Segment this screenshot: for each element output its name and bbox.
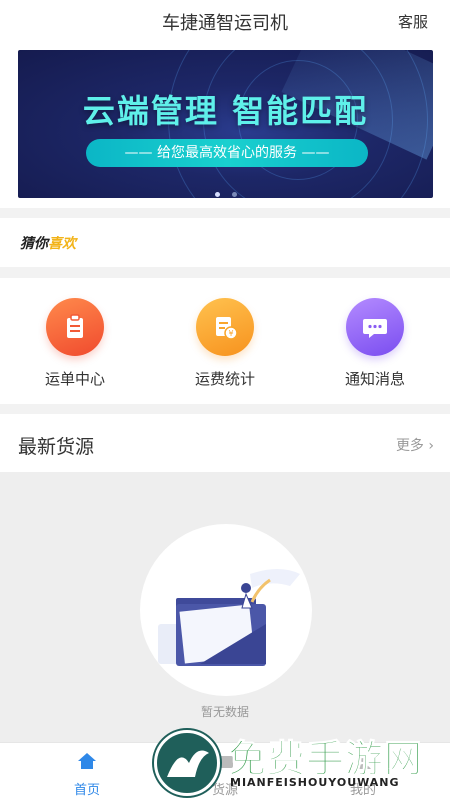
banner-headline: 云端管理 智能匹配 <box>82 92 369 130</box>
quick-action-waybill-center[interactable]: 运单中心 <box>15 298 135 389</box>
site-watermark: 免费手游网 MIANFEISHOUYOUWANG <box>150 728 450 800</box>
chevron-right-icon: › <box>428 438 434 454</box>
quick-action-notifications[interactable]: 通知消息 <box>315 298 435 389</box>
guess-highlight: 喜欢 <box>48 236 76 252</box>
quick-action-label: 运费统计 <box>194 370 255 388</box>
svg-text:¥: ¥ <box>228 329 233 338</box>
guess-prefix: 猜你 <box>20 236 48 252</box>
more-link[interactable]: 更多 › <box>396 435 434 455</box>
empty-illustration <box>140 524 312 696</box>
page-title: 车捷通智运司机 <box>162 13 288 34</box>
home-icon <box>78 753 96 769</box>
banner-subline: —— 给您最高效省心的服务 —— <box>86 139 368 167</box>
customer-service-button[interactable]: 客服 <box>398 11 428 32</box>
watermark-text: 免费手游网 <box>227 737 424 782</box>
latest-cargo-title: 最新货源 <box>18 436 95 458</box>
fee-document-icon: ¥ <box>196 298 254 356</box>
latest-cargo-header: 最新货源 更多 › <box>0 414 450 472</box>
quick-action-fee-stats[interactable]: ¥ 运费统计 <box>165 298 285 389</box>
clipboard-icon <box>46 298 104 356</box>
guess-you-like-section: 猜你喜欢 <box>0 218 450 267</box>
guess-you-like-label: 猜你喜欢 <box>20 233 76 253</box>
watermark-logo-icon <box>154 730 220 796</box>
empty-message: 暂无数据 <box>200 705 249 719</box>
quick-action-label: 运单中心 <box>44 370 105 388</box>
promo-banner[interactable]: 云端管理 智能匹配 —— 给您最高效省心的服务 —— <box>18 50 433 198</box>
banner-dot[interactable] <box>231 192 237 197</box>
more-label: 更多 <box>395 438 424 454</box>
tab-home[interactable]: 首页 <box>12 751 162 798</box>
quick-actions: 运单中心 ¥ 运费统计 通知消息 <box>0 278 450 404</box>
watermark-subtext: MIANFEISHOUYOUWANG <box>230 776 400 789</box>
banner-section: 云端管理 智能匹配 —— 给您最高效省心的服务 —— <box>0 42 450 208</box>
top-header: 车捷通智运司机 客服 <box>0 0 450 42</box>
quick-action-label: 通知消息 <box>344 370 405 388</box>
empty-state: 暂无数据 <box>0 472 450 742</box>
banner-pagination <box>18 182 433 198</box>
banner-dot[interactable] <box>214 192 220 197</box>
tab-label: 首页 <box>73 783 100 798</box>
chat-bubble-icon <box>346 298 404 356</box>
empty-folder-illustration <box>158 569 300 666</box>
